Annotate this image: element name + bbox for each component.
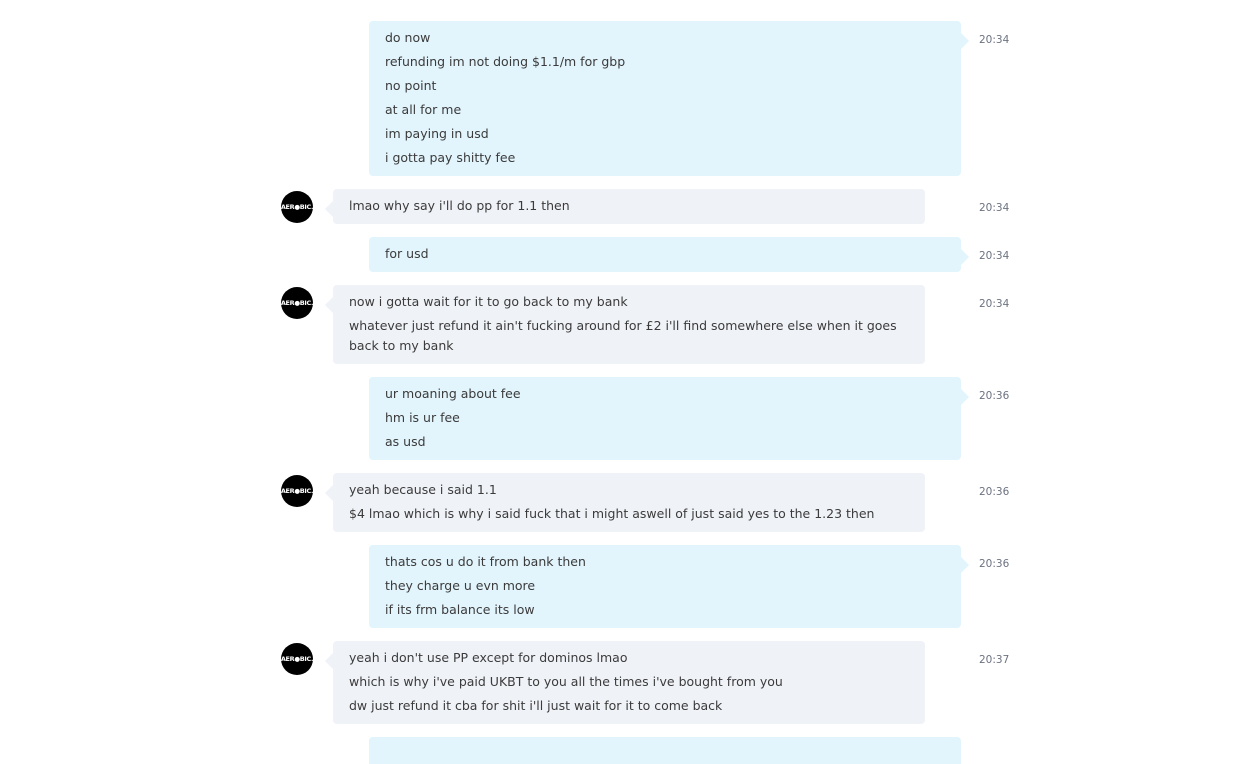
message-line: do now: [385, 30, 431, 45]
message-line: now i gotta wait for it to go back to my…: [349, 294, 628, 309]
chat-conversation[interactable]: do now refunding im not doing $1.1/m for…: [0, 0, 1233, 764]
message-line: they charge u evn more: [385, 578, 536, 593]
incoming-message-bubble[interactable]: lmao why say i'll do pp for 1.1 then: [325, 189, 925, 224]
message-line: ur moaning about fee: [385, 386, 521, 401]
message-line: which is why i've paid UKBT to you all t…: [349, 674, 783, 689]
message-line: yeah i don't use PP except for dominos l…: [349, 650, 628, 665]
message-line: as usd: [385, 434, 426, 449]
contact-avatar[interactable]: AER●BIC.: [281, 287, 313, 319]
message-timestamp: 20:36: [979, 390, 1010, 402]
message-line: at all for me: [385, 102, 462, 117]
message-timestamp: 20:34: [979, 298, 1010, 310]
message-line: whatever just refund it ain't fucking ar…: [349, 318, 897, 353]
avatar-logo-text: AER●BIC.: [281, 487, 313, 495]
message-line: for usd: [385, 246, 429, 261]
message-timestamp: 20:36: [979, 486, 1010, 498]
message-timestamp: 20:37: [979, 654, 1010, 666]
outgoing-message-bubble[interactable]: do now refunding im not doing $1.1/m for…: [369, 21, 969, 176]
outgoing-message-bubble[interactable]: ur moaning about fee hm is ur fee as usd: [369, 377, 969, 460]
incoming-message-bubble[interactable]: yeah i don't use PP except for dominos l…: [325, 641, 925, 724]
message-line: hm is ur fee: [385, 410, 460, 425]
incoming-message-bubble[interactable]: now i gotta wait for it to go back to my…: [325, 285, 925, 364]
message-line: yeah because i said 1.1: [349, 482, 497, 497]
outgoing-message-bubble[interactable]: for usd: [369, 237, 969, 272]
message-line: $4 lmao which is why i said fuck that i …: [349, 506, 875, 521]
message-line: dw just refund it cba for shit i'll just…: [349, 698, 723, 713]
message-timestamp: 20:34: [979, 202, 1010, 214]
avatar-logo-text: AER●BIC.: [281, 299, 313, 307]
avatar-logo-text: AER●BIC.: [281, 655, 313, 663]
message-line: no point: [385, 78, 437, 93]
contact-avatar[interactable]: AER●BIC.: [281, 475, 313, 507]
message-line: i gotta pay shitty fee: [385, 150, 516, 165]
message-timestamp: 20:34: [979, 250, 1010, 262]
message-timestamp: 20:36: [979, 558, 1010, 570]
contact-avatar[interactable]: AER●BIC.: [281, 191, 313, 223]
message-line: thats cos u do it from bank then: [385, 554, 586, 569]
message-line: lmao why say i'll do pp for 1.1 then: [349, 198, 570, 213]
message-line: if its frm balance its low: [385, 602, 535, 617]
outgoing-message-bubble[interactable]: thats cos u do it from bank then they ch…: [369, 545, 969, 628]
message-line: im paying in usd: [385, 126, 489, 141]
contact-avatar[interactable]: AER●BIC.: [281, 643, 313, 675]
partial-outgoing-message-bubble[interactable]: [369, 737, 961, 764]
message-line: refunding im not doing $1.1/m for gbp: [385, 54, 626, 69]
incoming-message-bubble[interactable]: yeah because i said 1.1 $4 lmao which is…: [325, 473, 925, 532]
message-timestamp: 20:34: [979, 34, 1010, 46]
avatar-logo-text: AER●BIC.: [281, 203, 313, 211]
